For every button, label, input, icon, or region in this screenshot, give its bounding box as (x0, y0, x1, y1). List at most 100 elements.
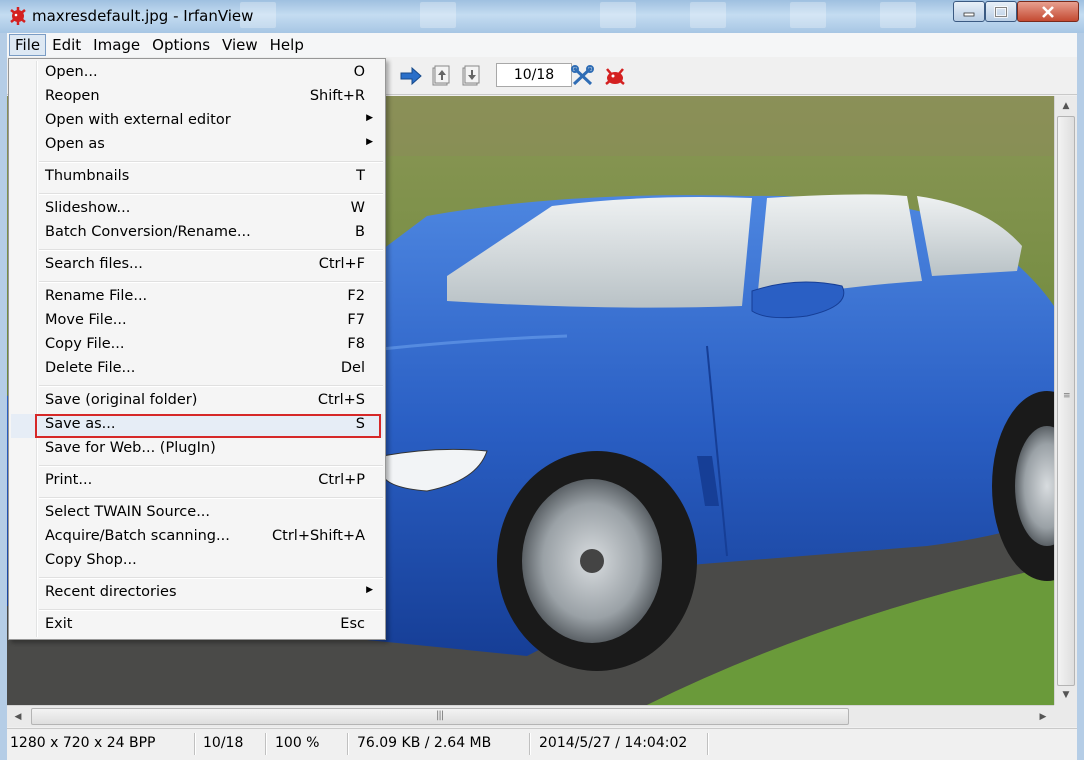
scroll-left-icon[interactable]: ◀ (9, 708, 27, 726)
status-separator (265, 733, 266, 755)
menu-item-open-as[interactable]: Open as ▶ (11, 133, 383, 157)
desktop-background-tile (420, 2, 456, 28)
horizontal-scrollbar[interactable]: ◀ ||| ▶ (7, 705, 1054, 727)
menu-item-search-files[interactable]: Search files... Ctrl+F (11, 253, 383, 277)
horizontal-scroll-thumb[interactable]: ||| (31, 708, 849, 725)
menu-item-open[interactable]: Open... O (11, 61, 383, 85)
menu-item-label: Copy Shop... (45, 552, 137, 568)
menu-item-shortcut: W (350, 200, 365, 216)
status-position: 10/18 (203, 735, 244, 751)
menu-item-delete-file[interactable]: Delete File... Del (11, 357, 383, 381)
submenu-arrow-icon: ▶ (366, 585, 373, 595)
menu-item-copy-shop[interactable]: Copy Shop... (11, 549, 383, 573)
status-zoom: 100 % (275, 735, 320, 751)
file-menu-dropdown: Open... O Reopen Shift+R Open with exter… (8, 58, 386, 640)
irfanview-app-icon[interactable] (8, 6, 28, 26)
menu-item-label: Copy File... (45, 336, 125, 352)
minimize-button[interactable] (953, 1, 985, 22)
menu-item-label: Save (original folder) (45, 392, 198, 408)
menu-item-rename-file[interactable]: Rename File... F2 (11, 285, 383, 309)
menu-item-exit[interactable]: Exit Esc (11, 613, 383, 637)
menu-image[interactable]: Image (87, 34, 146, 56)
menu-item-label: Open as (45, 136, 105, 152)
menu-item-shortcut: Shift+R (309, 88, 365, 104)
title-bar: maxresdefault.jpg - IrfanView (0, 0, 1084, 33)
menu-item-move-file[interactable]: Move File... F7 (11, 309, 383, 333)
status-bar: 1280 x 720 x 24 BPP 10/18 100 % 76.09 KB… (7, 728, 1077, 760)
menu-separator (39, 161, 383, 162)
scrollbar-corner (1054, 705, 1077, 727)
menu-item-shortcut: F7 (347, 312, 365, 328)
status-datetime: 2014/5/27 / 14:04:02 (539, 735, 688, 751)
menu-item-shortcut: Ctrl+Shift+A (272, 528, 365, 544)
menu-separator (39, 609, 383, 610)
scroll-up-icon[interactable]: ▲ (1055, 97, 1077, 115)
menu-item-save-for-web[interactable]: Save for Web... (PlugIn) (11, 437, 383, 461)
menu-item-label: Search files... (45, 256, 143, 272)
menu-item-label: Open... (45, 64, 98, 80)
menu-item-label: Print... (45, 472, 93, 488)
menu-item-batch-conversion[interactable]: Batch Conversion/Rename... B (11, 221, 383, 245)
menu-view[interactable]: View (216, 34, 264, 56)
menu-separator (39, 385, 383, 386)
menu-item-shortcut: T (356, 168, 365, 184)
vertical-scroll-thumb[interactable]: ≡ (1057, 116, 1075, 686)
status-dimensions: 1280 x 720 x 24 BPP (10, 735, 156, 751)
minimize-icon (963, 12, 975, 16)
menu-item-label: Save for Web... (PlugIn) (45, 440, 216, 456)
menu-item-label: Move File... (45, 312, 127, 328)
close-button[interactable] (1017, 1, 1079, 22)
status-filesize: 76.09 KB / 2.64 MB (357, 735, 492, 751)
menu-item-slideshow[interactable]: Slideshow... W (11, 197, 383, 221)
maximize-button[interactable] (985, 1, 1017, 22)
menu-bar: File Edit Image Options View Help (7, 33, 1077, 57)
menu-separator (39, 281, 383, 282)
menu-item-shortcut: Del (340, 360, 365, 376)
menu-edit[interactable]: Edit (46, 34, 87, 56)
submenu-arrow-icon: ▶ (366, 137, 373, 147)
menu-item-reopen[interactable]: Reopen Shift+R (11, 85, 383, 109)
menu-separator (39, 249, 383, 250)
menu-item-recent-directories[interactable]: Recent directories ▶ (11, 581, 383, 605)
menu-item-thumbnails[interactable]: Thumbnails T (11, 165, 383, 189)
scroll-down-icon[interactable]: ▼ (1055, 686, 1077, 704)
menu-item-shortcut: O (353, 64, 365, 80)
menu-item-acquire-batch-scanning[interactable]: Acquire/Batch scanning... Ctrl+Shift+A (11, 525, 383, 549)
menu-file[interactable]: File (9, 34, 47, 56)
last-page-icon[interactable] (459, 65, 483, 87)
desktop-background-tile (690, 2, 726, 28)
menu-item-label: Acquire/Batch scanning... (45, 528, 230, 544)
menu-item-label: Slideshow... (45, 200, 131, 216)
menu-item-label: Delete File... (45, 360, 136, 376)
menu-item-label: Select TWAIN Source... (45, 504, 211, 520)
menu-item-print[interactable]: Print... Ctrl+P (11, 469, 383, 493)
status-separator (347, 733, 348, 755)
menu-item-label: Exit (45, 616, 73, 632)
menu-item-shortcut: Ctrl+S (317, 392, 365, 408)
menu-item-shortcut: Ctrl+P (318, 472, 365, 488)
menu-item-shortcut: B (355, 224, 365, 240)
menu-help[interactable]: Help (264, 34, 310, 56)
menu-item-shortcut: Ctrl+F (318, 256, 365, 272)
window-title: maxresdefault.jpg - IrfanView (32, 7, 254, 25)
page-indicator[interactable]: 10/18 (496, 63, 572, 87)
close-icon (1042, 5, 1054, 18)
vertical-scrollbar[interactable]: ▲ ≡ ▼ (1054, 96, 1077, 705)
irfanview-logo-icon[interactable] (603, 65, 627, 87)
first-page-icon[interactable] (429, 65, 453, 87)
menu-item-shortcut: Esc (340, 616, 365, 632)
menu-options[interactable]: Options (146, 34, 216, 56)
menu-item-label: Reopen (45, 88, 100, 104)
next-arrow-icon[interactable] (399, 65, 423, 87)
menu-item-select-twain-source[interactable]: Select TWAIN Source... (11, 501, 383, 525)
grip-icon: ≡ (1063, 391, 1071, 401)
menu-item-save-original-folder[interactable]: Save (original folder) Ctrl+S (11, 389, 383, 413)
menu-separator (39, 465, 383, 466)
menu-item-label: Open with external editor (45, 112, 231, 128)
menu-item-open-with-external-editor[interactable]: Open with external editor ▶ (11, 109, 383, 133)
menu-separator (39, 577, 383, 578)
settings-tools-icon[interactable] (571, 65, 595, 87)
scroll-right-icon[interactable]: ▶ (1034, 708, 1052, 726)
menu-item-copy-file[interactable]: Copy File... F8 (11, 333, 383, 357)
status-separator (707, 733, 708, 755)
